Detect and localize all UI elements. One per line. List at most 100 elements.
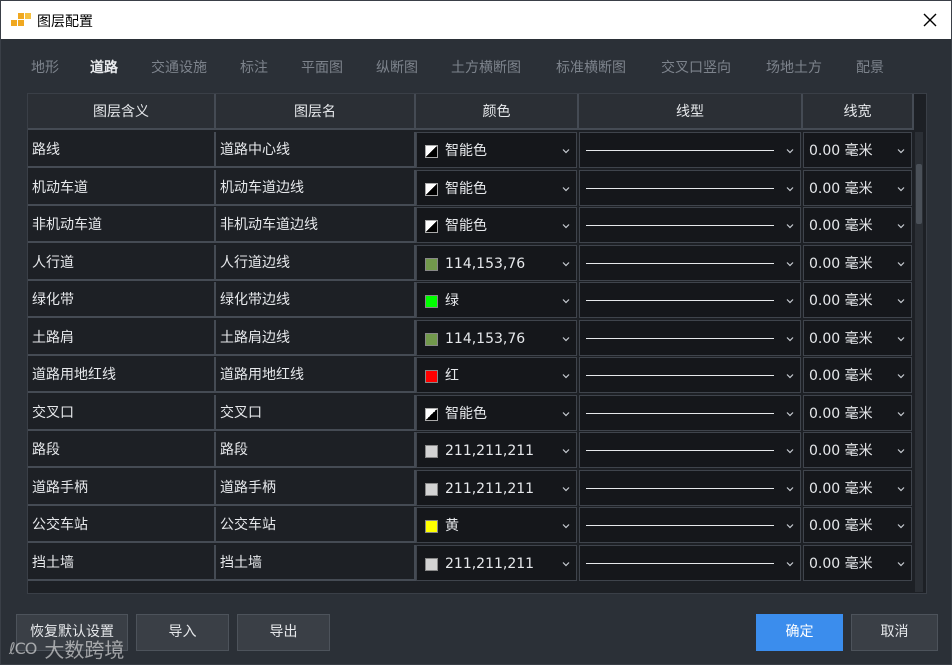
- color-dropdown[interactable]: 智能色: [416, 132, 577, 168]
- layer-name-cell[interactable]: 机动车道边线: [216, 169, 416, 206]
- layer-name-cell[interactable]: 土路肩边线: [216, 319, 416, 356]
- tab-8[interactable]: 交叉口竖向: [661, 51, 731, 85]
- tab-10[interactable]: 配景: [856, 51, 884, 85]
- tab-1[interactable]: 道路: [90, 51, 118, 85]
- linetype-preview: [586, 412, 774, 414]
- tab-0[interactable]: 地形: [31, 51, 59, 85]
- restore-default-button[interactable]: 恢复默认设置: [16, 614, 128, 651]
- chevron-down-icon: [786, 149, 794, 154]
- tab-3[interactable]: 标注: [240, 51, 268, 85]
- tab-5[interactable]: 纵断图: [376, 51, 418, 85]
- chevron-down-icon: [897, 561, 905, 566]
- layer-name-cell[interactable]: 绿化带边线: [216, 282, 416, 318]
- column-header-1: 图层名: [216, 94, 416, 130]
- export-button[interactable]: 导出: [237, 614, 330, 651]
- table-row: 土路肩 土路肩边线 114,153,76 0.00 毫米: [28, 319, 914, 358]
- linetype-dropdown[interactable]: [579, 282, 801, 318]
- tab-7[interactable]: 标准横断图: [556, 51, 626, 85]
- chevron-down-icon: [897, 374, 905, 379]
- layer-name-cell[interactable]: 道路用地红线: [216, 357, 416, 393]
- color-label: 绿: [445, 293, 459, 309]
- linewidth-dropdown[interactable]: 0.00 毫米: [803, 394, 912, 431]
- color-dropdown[interactable]: 红: [416, 357, 577, 393]
- table-row: 人行道 人行道边线 114,153,76 0.00 毫米: [28, 244, 914, 283]
- table-scrollbar[interactable]: [915, 132, 923, 592]
- linetype-dropdown[interactable]: [579, 132, 801, 168]
- ok-button[interactable]: 确定: [756, 614, 843, 651]
- cancel-button[interactable]: 取消: [851, 614, 938, 651]
- linewidth-dropdown[interactable]: 0.00 毫米: [803, 469, 912, 506]
- color-dropdown[interactable]: 114,153,76: [416, 244, 577, 281]
- linetype-dropdown[interactable]: [579, 544, 801, 581]
- layer-name-cell[interactable]: 道路手柄: [216, 469, 416, 506]
- linewidth-dropdown[interactable]: 0.00 毫米: [803, 432, 912, 468]
- layer-config-dialog: 图层配置 地形 道路 交通设施 标注 平面图 纵断图 土方横断图 标准横断图 交叉口竖向 场地土方…: [0, 0, 952, 665]
- chevron-down-icon: [786, 411, 794, 416]
- color-dropdown[interactable]: 智能色: [416, 394, 577, 431]
- chevron-down-icon: [897, 411, 905, 416]
- table-row: 公交车站 公交车站 黄 0.00 毫米: [28, 507, 914, 545]
- color-dropdown[interactable]: 智能色: [416, 207, 577, 243]
- color-swatch: [425, 182, 438, 196]
- tab-6[interactable]: 土方横断图: [451, 51, 521, 85]
- chevron-down-icon: [562, 186, 570, 191]
- color-dropdown[interactable]: 智能色: [416, 169, 577, 206]
- table-row: 道路用地红线 道路用地红线 红 0.00 毫米: [28, 357, 914, 395]
- import-button[interactable]: 导入: [136, 614, 229, 651]
- linetype-dropdown[interactable]: [579, 244, 801, 281]
- chevron-down-icon: [897, 449, 905, 454]
- layer-name-cell[interactable]: 非机动车道边线: [216, 207, 416, 243]
- linewidth-dropdown[interactable]: 0.00 毫米: [803, 544, 912, 581]
- chevron-down-icon: [786, 336, 794, 341]
- linetype-dropdown[interactable]: [579, 207, 801, 243]
- tab-9[interactable]: 场地土方: [766, 51, 822, 85]
- linewidth-dropdown[interactable]: 0.00 毫米: [803, 282, 912, 318]
- scrollbar-thumb[interactable]: [916, 164, 922, 224]
- color-dropdown[interactable]: 114,153,76: [416, 319, 577, 356]
- layer-name-cell[interactable]: 挡土墙: [216, 544, 416, 581]
- color-dropdown[interactable]: 211,211,211: [416, 469, 577, 506]
- linetype-dropdown[interactable]: [579, 169, 801, 206]
- tab-4[interactable]: 平面图: [301, 51, 343, 85]
- linewidth-label: 0.00 毫米: [809, 293, 873, 309]
- color-label: 211,211,211: [445, 480, 535, 497]
- linewidth-dropdown[interactable]: 0.00 毫米: [803, 319, 912, 356]
- linetype-preview: [586, 300, 774, 301]
- tab-2[interactable]: 交通设施: [151, 51, 207, 85]
- linewidth-dropdown[interactable]: 0.00 毫米: [803, 507, 912, 543]
- linewidth-label: 0.00 毫米: [809, 443, 873, 459]
- linewidth-dropdown[interactable]: 0.00 毫米: [803, 244, 912, 281]
- column-header-2: 颜色: [416, 94, 579, 130]
- layer-name-cell[interactable]: 人行道边线: [216, 244, 416, 281]
- linewidth-dropdown[interactable]: 0.00 毫米: [803, 169, 912, 206]
- close-button[interactable]: [915, 5, 945, 35]
- linetype-preview: [586, 225, 774, 226]
- color-dropdown[interactable]: 211,211,211: [416, 544, 577, 581]
- linetype-dropdown[interactable]: [579, 432, 801, 468]
- linetype-dropdown[interactable]: [579, 507, 801, 543]
- linewidth-dropdown[interactable]: 0.00 毫米: [803, 207, 912, 243]
- color-dropdown[interactable]: 绿: [416, 282, 577, 318]
- color-swatch: [425, 370, 438, 383]
- layer-name-cell[interactable]: 道路中心线: [216, 132, 416, 168]
- color-label: 智能色: [445, 180, 487, 197]
- color-dropdown[interactable]: 黄: [416, 507, 577, 543]
- linetype-dropdown[interactable]: [579, 357, 801, 393]
- linewidth-dropdown[interactable]: 0.00 毫米: [803, 357, 912, 393]
- color-swatch: [425, 557, 438, 571]
- linewidth-dropdown[interactable]: 0.00 毫米: [803, 132, 912, 168]
- table-row: 路段 路段 211,211,211 0.00 毫米: [28, 432, 914, 470]
- color-label: 211,211,211: [445, 555, 535, 572]
- linetype-dropdown[interactable]: [579, 394, 801, 431]
- layer-name-cell[interactable]: 路段: [216, 432, 416, 468]
- table-row: 道路手柄 道路手柄 211,211,211 0.00 毫米: [28, 469, 914, 508]
- table-row: 交叉口 交叉口 智能色 0.00 毫米: [28, 394, 914, 433]
- linetype-dropdown[interactable]: [579, 319, 801, 356]
- category-tabs: 地形 道路 交通设施 标注 平面图 纵断图 土方横断图 标准横断图 交叉口竖向 场地土方 配景: [1, 51, 951, 85]
- linewidth-label: 0.00 毫米: [809, 480, 873, 497]
- linetype-dropdown[interactable]: [579, 469, 801, 506]
- layer-name-cell[interactable]: 交叉口: [216, 394, 416, 431]
- app-logo-icon: [11, 12, 31, 28]
- layer-name-cell[interactable]: 公交车站: [216, 507, 416, 543]
- color-dropdown[interactable]: 211,211,211: [416, 432, 577, 468]
